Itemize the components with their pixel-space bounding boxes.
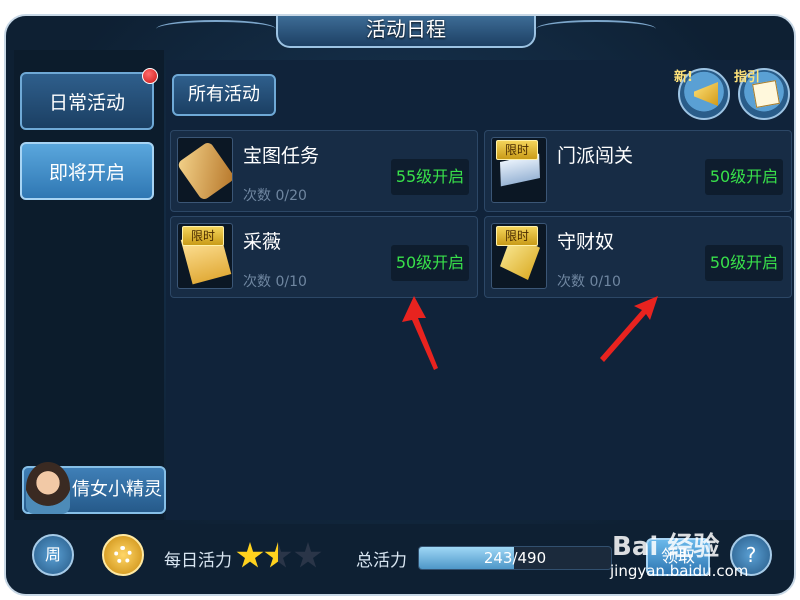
activity-card[interactable]: 限时 采薇 次数 0/10 50级开启: [170, 216, 478, 298]
activity-count: 次数 0/10: [243, 274, 307, 290]
activity-card[interactable]: 限时 守财奴 次数 0/10 50级开启: [484, 216, 792, 298]
spirit-button-label: 倩女小精灵: [72, 479, 162, 500]
activity-name: 门派闯关: [557, 145, 634, 167]
activity-unlock-level: 50级开启: [705, 245, 783, 281]
activity-thumbnail: 限时: [491, 137, 547, 203]
activity-count: 次数 0/10: [557, 274, 621, 290]
star-half-icon: [264, 542, 292, 568]
limited-time-tag: 限时: [182, 226, 224, 246]
watermark-logo: Bai 经验: [612, 532, 720, 562]
vitality-value: 243/490: [483, 549, 547, 567]
activity-name: 采薇: [243, 231, 282, 253]
tab-all-activities[interactable]: 所有活动: [172, 74, 276, 116]
vitality-progress-bar: 243/490: [418, 546, 612, 570]
book-icon: [752, 80, 780, 108]
star-empty-icon: [294, 542, 322, 568]
star-full-icon: [236, 542, 264, 568]
game-window: 活动日程 日常活动 即将开启 倩女小精灵 所有活动 新! 指引 宝图任务 次数 …: [4, 14, 796, 596]
window-title: 活动日程: [276, 16, 536, 48]
activity-thumbnail: 限时: [491, 223, 547, 289]
notification-badge: [142, 68, 158, 84]
daily-vitality-label: 每日活力: [164, 551, 232, 571]
tab-upcoming[interactable]: 即将开启: [20, 142, 154, 200]
activity-count: 次数 0/20: [243, 188, 307, 204]
total-vitality-label: 总活力: [356, 551, 407, 571]
activity-thumbnail: 限时: [177, 223, 233, 289]
activity-card[interactable]: 宝图任务 次数 0/20 55级开启: [170, 130, 478, 212]
activity-name: 守财奴: [557, 231, 615, 253]
limited-time-tag: 限时: [496, 140, 538, 160]
gear-icon: [114, 546, 132, 564]
activity-unlock-level: 50级开启: [705, 159, 783, 195]
banner-ornament-right: [536, 20, 656, 38]
annotation-arrow-right: [600, 296, 658, 362]
assistant-spirit-button[interactable]: 倩女小精灵: [22, 462, 166, 514]
new-announcement-icon[interactable]: 新!: [674, 68, 730, 120]
horn-icon: [694, 82, 718, 106]
banner-ornament-left: [156, 20, 276, 38]
activity-thumbnail: [177, 137, 233, 203]
new-tag: 新!: [674, 70, 693, 85]
guide-book-icon[interactable]: 指引: [734, 68, 790, 120]
weekly-calendar-button[interactable]: 周: [32, 534, 74, 576]
watermark-url: jingyan.baidu.com: [610, 562, 749, 580]
activity-panel: 所有活动 新! 指引 宝图任务 次数 0/20 55级开启 限时 门派闯关 50…: [166, 60, 794, 520]
spirit-avatar: [26, 462, 70, 514]
activity-card[interactable]: 限时 门派闯关 50级开启: [484, 130, 792, 212]
activity-name: 宝图任务: [243, 145, 320, 167]
annotation-arrow-left: [402, 296, 438, 370]
guide-tag: 指引: [734, 70, 761, 85]
tab-daily-activities[interactable]: 日常活动: [20, 72, 154, 130]
activity-unlock-level: 55级开启: [391, 159, 469, 195]
activity-unlock-level: 50级开启: [391, 245, 469, 281]
sidebar: 日常活动 即将开启 倩女小精灵: [14, 50, 166, 520]
settings-button[interactable]: [102, 534, 144, 576]
scroll-icon: [178, 140, 232, 202]
limited-time-tag: 限时: [496, 226, 538, 246]
